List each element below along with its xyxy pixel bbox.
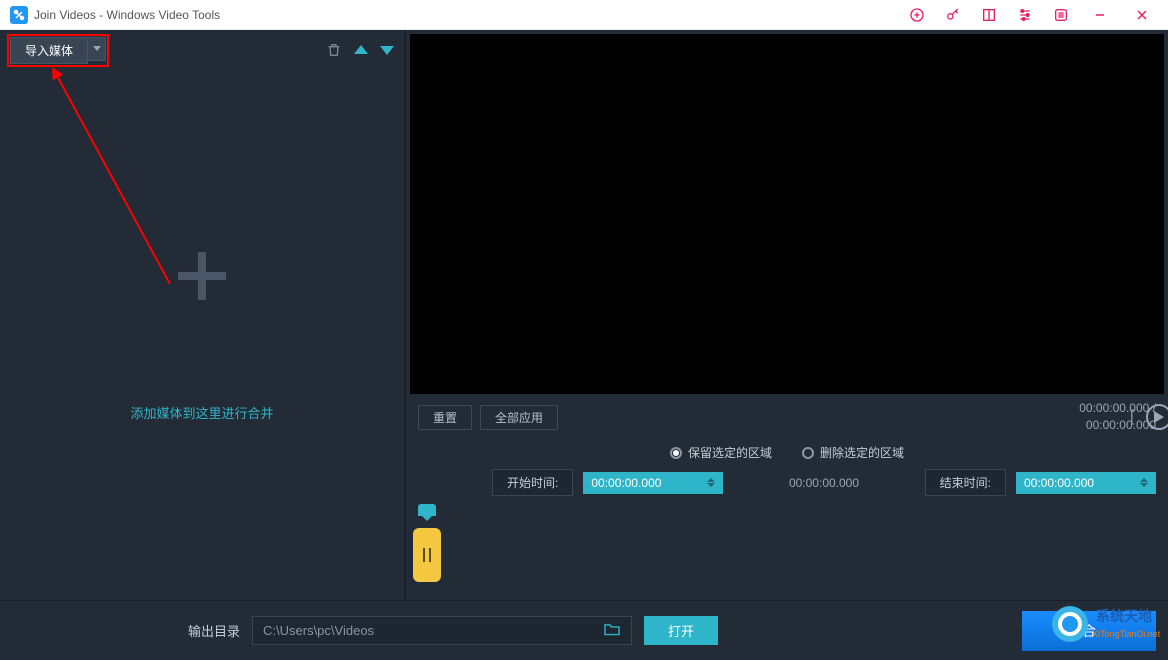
- menu-icon[interactable]: [1050, 4, 1072, 26]
- move-down-icon[interactable]: [380, 45, 394, 55]
- remove-region-label: 删除选定的区域: [820, 444, 904, 461]
- media-toolbar: 导入媒体: [0, 30, 404, 66]
- import-media-button[interactable]: 导入媒体: [10, 37, 88, 64]
- bottom-bar: 输出目录 C:\Users\pc\Videos 打开 合: [0, 600, 1168, 660]
- main-area: 导入媒体 添加媒体到这里进行合并: [0, 30, 1168, 600]
- trim-grip-icon[interactable]: [413, 528, 441, 582]
- minimize-button[interactable]: [1086, 4, 1114, 26]
- drop-hint-text: 添加媒体到这里进行合并: [130, 403, 273, 422]
- arrow-annotation: [42, 60, 182, 290]
- reset-button[interactable]: 重置: [418, 405, 472, 430]
- trim-handle[interactable]: [418, 504, 441, 582]
- cart-icon[interactable]: [906, 4, 928, 26]
- spinner-icon[interactable]: [1140, 478, 1148, 487]
- merge-button[interactable]: 合: [1022, 611, 1156, 651]
- media-drop-zone[interactable]: 添加媒体到这里进行合并: [0, 66, 404, 600]
- key-icon[interactable]: [942, 4, 964, 26]
- app-icon: [10, 6, 28, 24]
- time-range-row: 开始时间: 00:00:00.000 00:00:00.000 结束时间: 00…: [406, 469, 1168, 504]
- layout-icon[interactable]: [978, 4, 1000, 26]
- trash-icon[interactable]: [326, 42, 342, 58]
- output-dir-label: 输出目录: [188, 621, 240, 640]
- play-button[interactable]: [1146, 404, 1168, 430]
- media-panel: 导入媒体 添加媒体到这里进行合并: [0, 30, 406, 600]
- output-path-text: C:\Users\pc\Videos: [263, 623, 374, 638]
- keep-region-radio[interactable]: 保留选定的区域: [670, 444, 772, 461]
- start-time-label: 开始时间:: [492, 469, 573, 496]
- apply-all-button[interactable]: 全部应用: [480, 405, 558, 430]
- close-button[interactable]: [1128, 4, 1156, 26]
- center-time-display: 00:00:00.000: [789, 476, 859, 490]
- remove-region-radio[interactable]: 删除选定的区域: [802, 444, 904, 461]
- end-time-input[interactable]: 00:00:00.000: [1016, 472, 1156, 494]
- keep-region-label: 保留选定的区域: [688, 444, 772, 461]
- start-time-input[interactable]: 00:00:00.000: [583, 472, 723, 494]
- titlebar-actions: [906, 4, 1164, 26]
- plus-icon: [170, 244, 234, 313]
- output-path-input[interactable]: C:\Users\pc\Videos: [252, 616, 632, 645]
- preview-panel: 重置 全部应用 [ ] 00:00:00.000 / 00:00:00.000 …: [406, 30, 1168, 600]
- region-mode-row: 保留选定的区域 删除选定的区域: [406, 440, 1168, 469]
- import-dropdown-toggle[interactable]: [88, 37, 106, 61]
- mark-in-icon[interactable]: [: [1126, 408, 1138, 426]
- window-title: Join Videos - Windows Video Tools: [34, 8, 220, 22]
- end-time-label: 结束时间:: [925, 469, 1006, 496]
- open-folder-button[interactable]: 打开: [644, 616, 718, 645]
- playhead-icon: [418, 504, 436, 516]
- radio-icon: [670, 447, 682, 459]
- move-up-icon[interactable]: [354, 45, 368, 55]
- browse-folder-icon[interactable]: [603, 622, 621, 639]
- video-preview[interactable]: [410, 34, 1164, 394]
- spinner-icon[interactable]: [707, 478, 715, 487]
- radio-icon: [802, 447, 814, 459]
- titlebar: Join Videos - Windows Video Tools: [0, 0, 1168, 30]
- playback-controls: 重置 全部应用 [ ] 00:00:00.000 / 00:00:00.000: [406, 394, 1168, 440]
- sliders-icon[interactable]: [1014, 4, 1036, 26]
- timeline[interactable]: [410, 504, 1164, 600]
